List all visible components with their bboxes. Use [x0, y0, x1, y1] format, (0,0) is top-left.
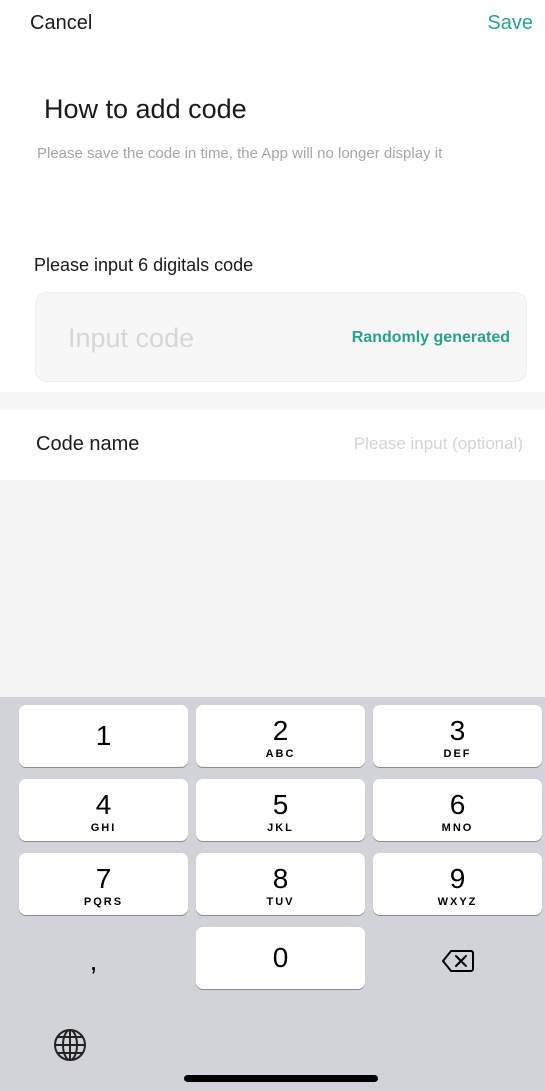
key-digit: 0	[272, 942, 289, 973]
empty-background-area	[0, 480, 545, 697]
key-letters: JKL	[267, 822, 294, 834]
randomly-generated-button[interactable]: Randomly generated	[352, 329, 510, 347]
key-comma[interactable]: ,	[9, 930, 178, 992]
key-digit: 2	[272, 715, 289, 746]
cancel-button[interactable]: Cancel	[30, 12, 92, 35]
key-6[interactable]: 6 MNO	[373, 779, 542, 841]
page-title: How to add code	[44, 94, 247, 124]
code-name-label: Code name	[36, 433, 140, 455]
key-0[interactable]: 0	[196, 927, 365, 989]
key-5[interactable]: 5 JKL	[196, 779, 365, 841]
key-letters: TUV	[266, 896, 295, 908]
key-2[interactable]: 2 ABC	[196, 705, 365, 767]
key-3[interactable]: 3 DEF	[373, 705, 542, 767]
key-letters: PQRS	[83, 896, 124, 908]
nav-bar: Cancel Save	[0, 0, 545, 50]
code-field-label: Please input 6 digitals code	[34, 255, 254, 275]
key-digit: 7	[95, 863, 112, 894]
code-name-input[interactable]	[283, 430, 523, 458]
section-divider	[0, 392, 545, 410]
key-digit: 9	[449, 863, 466, 894]
page-subtitle: Please save the code in time, the App wi…	[37, 145, 443, 162]
key-digit: 3	[449, 715, 466, 746]
save-button[interactable]: Save	[487, 12, 533, 35]
key-letters: DEF	[443, 748, 472, 760]
key-8[interactable]: 8 TUV	[196, 853, 365, 915]
backspace-icon	[441, 950, 474, 972]
key-letters: GHI	[90, 822, 117, 834]
code-input-box: Randomly generated	[35, 292, 527, 382]
key-digit: 1	[95, 720, 112, 751]
key-4[interactable]: 4 GHI	[19, 779, 188, 841]
delete-key[interactable]	[373, 930, 542, 992]
key-1[interactable]: 1	[19, 705, 188, 767]
key-digit: 4	[95, 789, 112, 820]
key-digit: 5	[272, 789, 289, 820]
key-digit: 6	[449, 789, 466, 820]
home-indicator	[184, 1075, 378, 1082]
key-7[interactable]: 7 PQRS	[19, 853, 188, 915]
key-letters: WXYZ	[437, 896, 478, 908]
key-letters: ABC	[265, 748, 296, 760]
code-input[interactable]	[68, 321, 318, 355]
key-letters: MNO	[441, 822, 474, 834]
numeric-keyboard: 1 2 ABC 3 DEF 4 GHI 5 JKL 6 MNO 7 PQRS 8…	[0, 697, 545, 1091]
key-digit: 8	[272, 863, 289, 894]
key-9[interactable]: 9 WXYZ	[373, 853, 542, 915]
globe-icon[interactable]	[52, 1027, 88, 1063]
